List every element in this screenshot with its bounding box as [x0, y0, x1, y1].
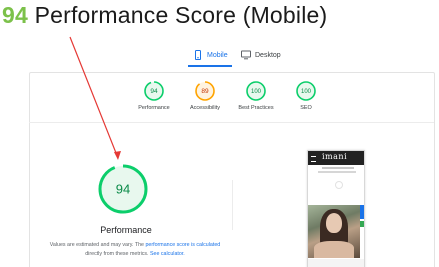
main-gauge-ring: 94	[98, 164, 148, 214]
gauge-ring: 89	[195, 81, 215, 101]
headline-score: 94	[2, 2, 28, 28]
gauge-value: 94	[150, 88, 158, 95]
phone-brand-logo: imani	[322, 152, 348, 161]
stage: 94 Performance Score (Mobile) Mobile Des…	[0, 0, 439, 267]
note-text-mid: directly from these metrics.	[85, 251, 149, 257]
gauge-ring: 100	[246, 81, 266, 101]
phone-text-line	[318, 171, 356, 173]
tab-desktop[interactable]: Desktop	[236, 45, 282, 65]
gauge-value: 89	[201, 88, 209, 95]
metrics-note: Values are estimated and may vary. The p…	[45, 241, 225, 259]
see-calculator-link[interactable]: See calculator.	[150, 251, 185, 257]
side-widget-green	[360, 221, 364, 227]
headline-title: Performance Score (Mobile)	[34, 2, 328, 28]
headline: 94 Performance Score (Mobile)	[2, 2, 327, 29]
score-gauge-seo[interactable]: 100 SEO	[276, 80, 336, 111]
mobile-icon	[195, 50, 201, 60]
gauge-label: SEO	[300, 105, 312, 111]
loading-spinner-icon	[335, 181, 343, 189]
performance-score-link[interactable]: performance score is calculated	[145, 242, 220, 248]
tab-mobile[interactable]: Mobile	[188, 45, 232, 67]
gauge-value: 100	[301, 89, 312, 95]
tab-desktop-label: Desktop	[255, 51, 281, 59]
tab-mobile-label: Mobile	[207, 51, 228, 59]
photo-shoulder	[314, 241, 354, 258]
phone-hero-photo	[308, 205, 360, 258]
gauge-ring: 94	[144, 81, 164, 101]
phone-text-line	[322, 167, 354, 169]
panel-divider	[29, 122, 434, 123]
side-widget-blue	[360, 205, 364, 219]
vertical-divider	[232, 180, 233, 230]
main-performance-gauge: 94	[96, 162, 156, 221]
note-text-start: Values are estimated and may vary. The	[49, 242, 144, 248]
phone-bottom-bar	[308, 259, 364, 267]
main-gauge-value: 94	[116, 182, 130, 197]
mobile-screenshot: imani	[307, 150, 365, 267]
gauge-value: 100	[251, 89, 262, 95]
desktop-icon	[241, 50, 251, 60]
phone-header: imani	[308, 151, 364, 165]
photo-face	[326, 213, 342, 233]
main-gauge-label: Performance	[100, 225, 152, 235]
gauge-ring: 100	[296, 81, 316, 101]
hamburger-icon	[311, 156, 316, 162]
